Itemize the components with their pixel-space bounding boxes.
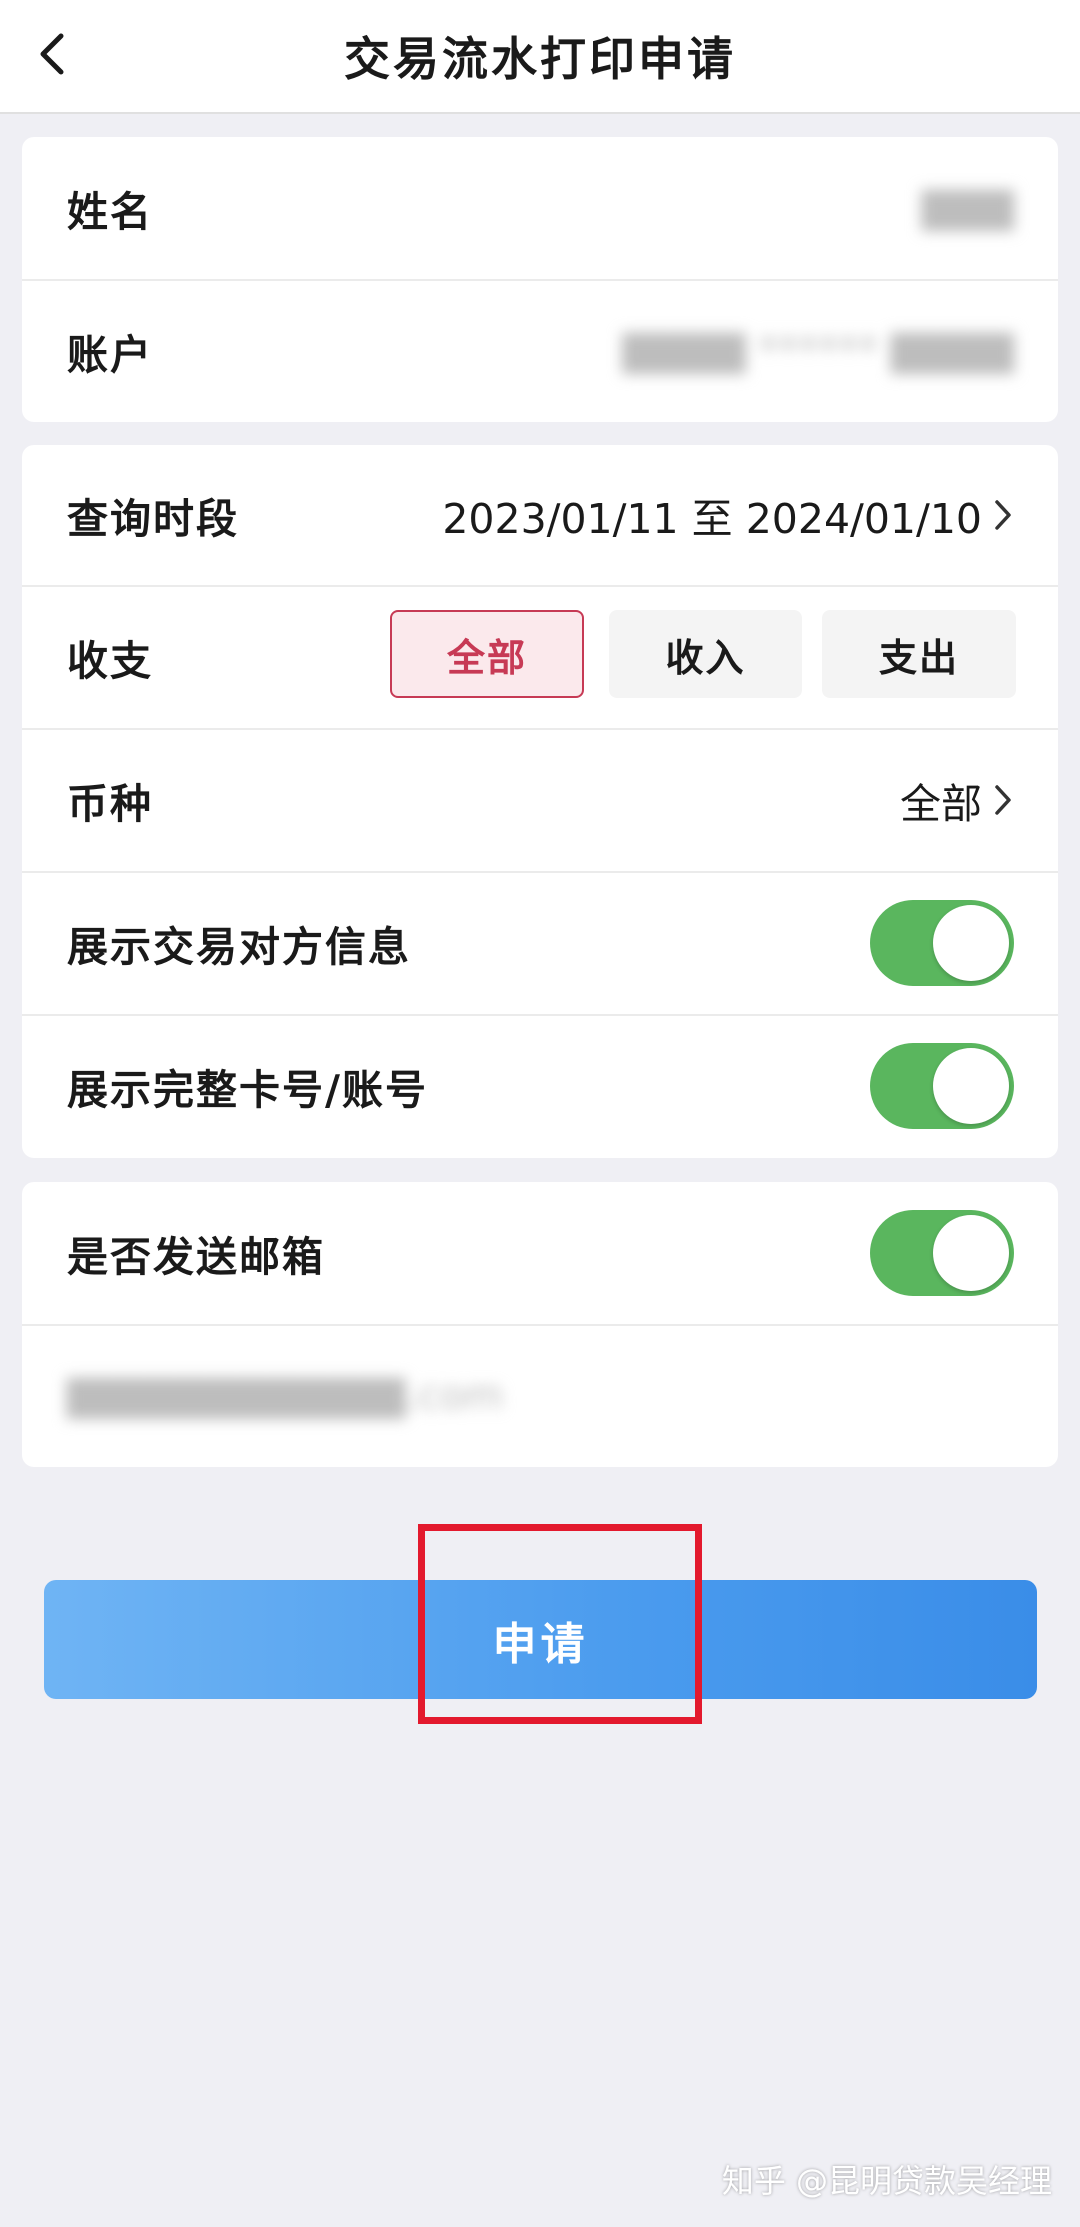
type-row: 收支 全部 收入 支出 (22, 585, 1058, 730)
currency-label: 币种 (67, 779, 153, 828)
show-counterparty-toggle[interactable] (870, 899, 1014, 986)
send-email-label: 是否发送邮箱 (67, 1233, 325, 1281)
account-value: ▇▇▇▇ ****** ▇▇▇▇ (622, 327, 1014, 374)
chevron-right-icon (988, 780, 1018, 820)
type-label: 收支 (67, 636, 153, 685)
show-full-card-toggle[interactable] (870, 1043, 1014, 1129)
name-label: 姓名 (67, 188, 153, 236)
period-label: 查询时段 (67, 495, 239, 543)
apply-button[interactable]: 申请 (44, 1580, 1037, 1699)
back-button[interactable] (28, 22, 76, 86)
show-full-card-row: 展示完整卡号/账号 (22, 1014, 1058, 1158)
send-email-row: 是否发送邮箱 (22, 1182, 1058, 1326)
page-title: 交易流水打印申请 (344, 32, 736, 86)
show-counterparty-label: 展示交易对方信息 (67, 922, 411, 971)
period-row[interactable]: 查询时段 2023/01/11 至 2024/01/10 (22, 445, 1058, 587)
show-full-card-label: 展示完整卡号/账号 (67, 1066, 428, 1114)
nav-bar: 交易流水打印申请 (0, 0, 1080, 114)
account-label: 账户 (67, 330, 153, 379)
toggle-knob (933, 1048, 1009, 1124)
name-row: 姓名 ▇▇▇ (22, 137, 1058, 281)
email-card: 是否发送邮箱 ▇▇▇▇▇▇▇▇▇▇▇.com (22, 1182, 1058, 1467)
currency-row[interactable]: 币种 全部 (22, 728, 1058, 873)
type-option-expense[interactable]: 支出 (822, 610, 1016, 698)
currency-value: 全部 (900, 779, 982, 828)
filter-card: 查询时段 2023/01/11 至 2024/01/10 收支 全部 收入 支出… (22, 445, 1058, 1158)
show-counterparty-row: 展示交易对方信息 (22, 871, 1058, 1016)
email-row[interactable]: ▇▇▇▇▇▇▇▇▇▇▇.com (22, 1324, 1058, 1467)
account-card: 姓名 ▇▇▇ 账户 ▇▇▇▇ ****** ▇▇▇▇ (22, 137, 1058, 422)
name-value: ▇▇▇ (921, 185, 1014, 231)
toggle-knob (933, 1215, 1009, 1291)
account-row: 账户 ▇▇▇▇ ****** ▇▇▇▇ (22, 279, 1058, 422)
send-email-toggle[interactable] (870, 1210, 1014, 1296)
watermark: 知乎 @昆明贷款吴经理 (721, 2162, 1052, 2200)
chevron-left-icon (40, 33, 64, 75)
type-option-all[interactable]: 全部 (390, 610, 584, 698)
type-option-income[interactable]: 收入 (609, 610, 802, 698)
toggle-knob (933, 904, 1009, 981)
period-value: 2023/01/11 至 2024/01/10 (442, 495, 982, 543)
email-value: ▇▇▇▇▇▇▇▇▇▇▇.com (67, 1372, 504, 1419)
chevron-right-icon (988, 495, 1018, 535)
